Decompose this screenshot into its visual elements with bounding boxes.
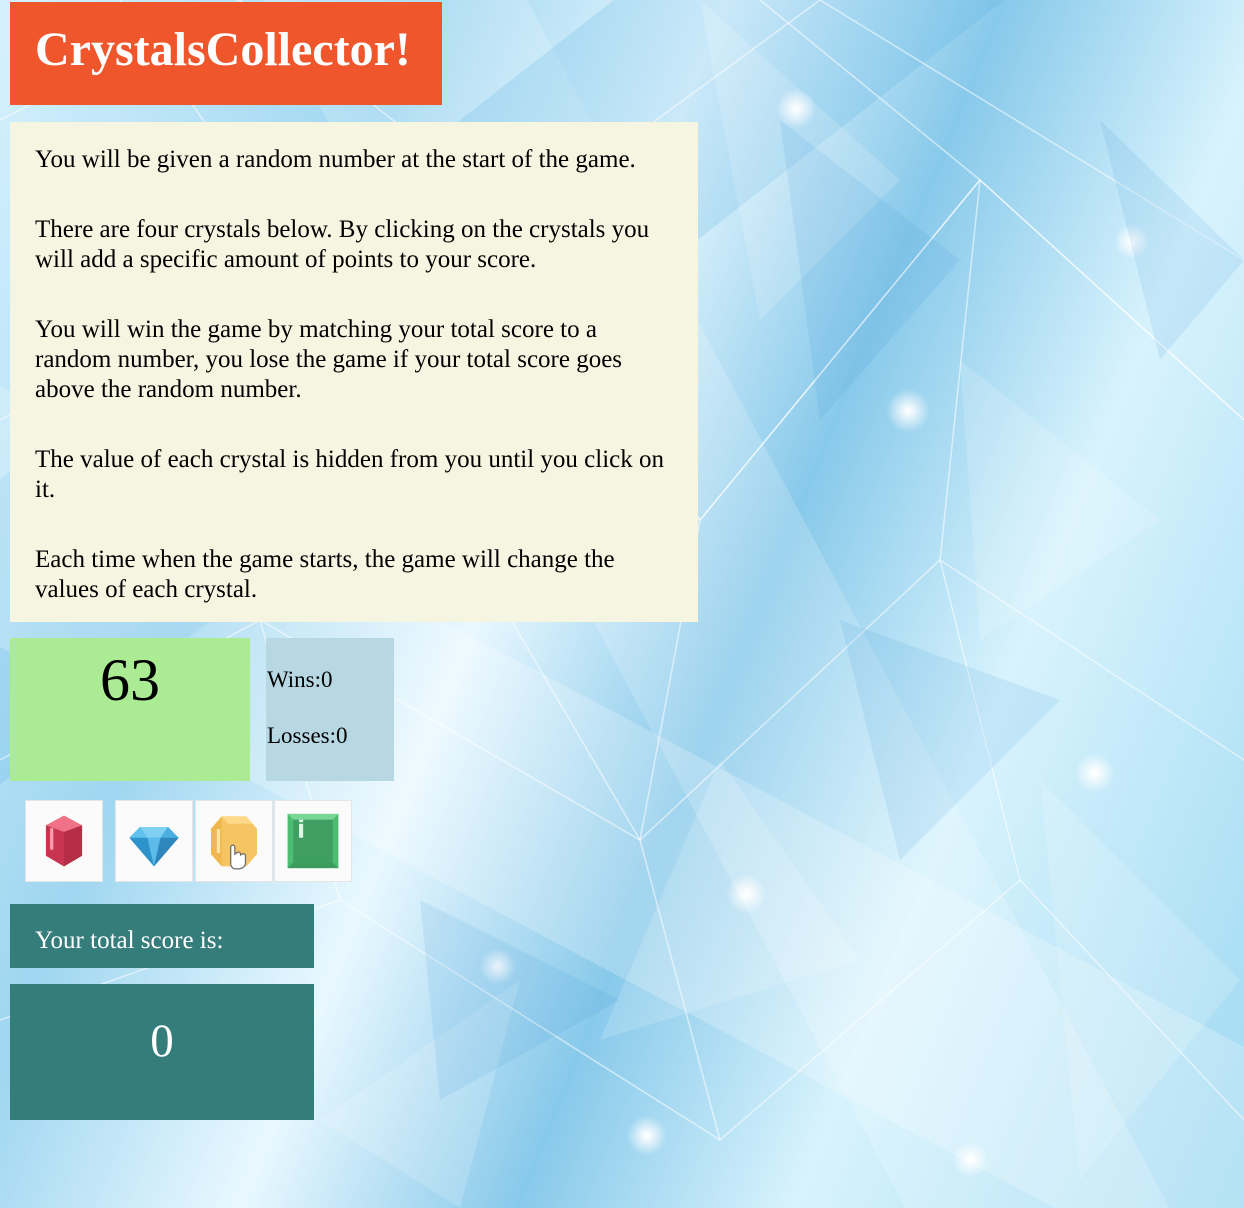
green-crystal-button[interactable] [274,800,352,882]
green-crystal-icon [287,813,339,869]
yellow-crystal-button[interactable] [195,800,273,882]
crystal-row [25,800,355,884]
total-score-label: Your total score is: [35,927,224,954]
instruction-paragraph: Each time when the game starts, the game… [35,546,615,603]
game-title: CrystalsCollector! [35,23,411,76]
red-crystal-icon [45,815,83,867]
wins-value: 0 [321,667,333,692]
blue-diamond-icon [129,827,179,867]
title-banner: CrystalsCollector! [10,2,442,105]
blue-diamond-button[interactable] [115,800,193,882]
target-number: 63 [100,647,160,713]
instruction-paragraph: You will be given a random number at the… [35,146,636,173]
red-crystal-button[interactable] [25,800,103,882]
total-score-label-box: Your total score is: [10,904,314,968]
yellow-crystal-icon [211,816,257,870]
wins-counter: Wins:0 [267,666,333,694]
instructions-panel: You will be given a random number at the… [10,122,698,622]
total-score-box: 0 [10,984,314,1120]
stats-box: Wins:0 Losses:0 [266,638,394,781]
total-score-value: 0 [150,1015,174,1067]
losses-label: Losses: [267,723,336,748]
instruction-paragraph: The value of each crystal is hidden from… [35,446,664,503]
instruction-paragraph: You will win the game by matching your t… [35,316,623,403]
instruction-paragraph: There are four crystals below. By clicki… [35,216,650,273]
losses-counter: Losses:0 [267,722,348,750]
losses-value: 0 [336,723,348,748]
target-number-box: 63 [10,638,250,781]
wins-label: Wins: [267,667,322,692]
